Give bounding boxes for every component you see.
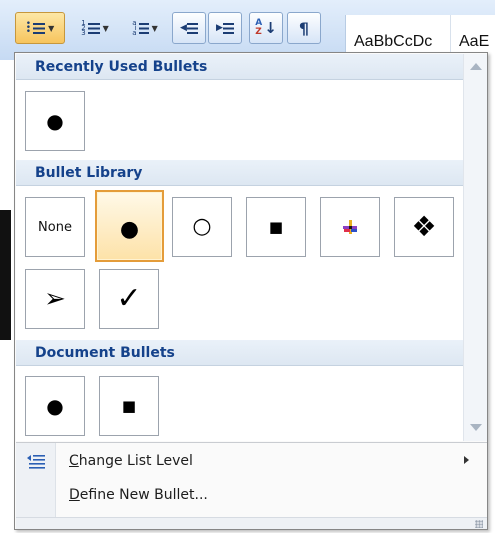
increase-indent-icon: ▶ <box>216 22 234 34</box>
accelerator-key: C <box>69 453 79 469</box>
change-list-level-rest: hange List Level <box>78 453 193 469</box>
numbered-list-icon: 123 <box>81 19 100 36</box>
bullet-option-hollow-circle[interactable]: ○ <box>172 197 232 257</box>
pilcrow-icon: ¶ <box>298 18 310 38</box>
sort-button[interactable]: A Z ↓ <box>249 12 283 44</box>
scroll-down-icon[interactable] <box>470 424 482 431</box>
gallery-scrollbar[interactable] <box>463 54 487 441</box>
filled-circle-bullet-icon: ● <box>119 217 140 242</box>
bullets-dropdown-menu: Recently Used Bullets ● Bullet Library N… <box>14 52 488 530</box>
multilevel-list-icon: a ia <box>132 19 149 36</box>
section-header-recently-used: Recently Used Bullets <box>16 54 463 80</box>
bullet-option-checkmark[interactable]: ✓ <box>99 269 159 329</box>
filled-circle-bullet-icon: ● <box>46 394 64 418</box>
bullet-option-filled-circle[interactable]: ● <box>95 190 164 262</box>
bullet-option-doc-filled-circle[interactable]: ● <box>25 376 85 436</box>
define-new-bullet-rest: efine New Bullet... <box>79 487 208 503</box>
bullet-gallery: Recently Used Bullets ● Bullet Library N… <box>16 54 463 441</box>
define-new-bullet-item[interactable]: Define New Bullet... <box>16 480 487 510</box>
bullet-option-four-color-diamond[interactable] <box>320 197 380 257</box>
define-new-bullet-label: Define New Bullet... <box>69 487 208 503</box>
none-label: None <box>38 219 72 235</box>
chevron-down-icon: ▼ <box>48 23 55 33</box>
hollow-circle-bullet-icon: ○ <box>192 214 212 239</box>
bullet-option-doc-filled-square[interactable]: ■ <box>99 376 159 436</box>
decrease-indent-icon: ◀ <box>180 22 198 34</box>
sort-az-icon: A Z ↓ <box>255 18 277 37</box>
bullets-button[interactable]: • • • ▼ <box>15 12 65 44</box>
checkmark-bullet-icon: ✓ <box>116 281 142 316</box>
bullet-option-diamond-cluster[interactable]: ❖ <box>394 197 454 257</box>
change-list-level-label: Change List Level <box>69 453 193 469</box>
show-formatting-button[interactable]: ¶ <box>287 12 321 44</box>
diamond-cluster-bullet-icon: ❖ <box>411 210 437 243</box>
filled-circle-bullet-icon: ● <box>46 109 64 133</box>
accelerator-key: D <box>69 487 80 503</box>
section-header-bullet-library: Bullet Library <box>16 160 463 186</box>
bulleted-list-icon: • • • <box>26 20 46 37</box>
numbering-button[interactable]: 123 ▼ <box>70 12 120 44</box>
section-header-document-bullets: Document Bullets <box>16 340 463 366</box>
scroll-up-icon[interactable] <box>470 63 482 70</box>
bullet-option-none[interactable]: None <box>25 197 85 257</box>
decrease-indent-button[interactable]: ◀ <box>172 12 206 44</box>
arrowhead-bullet-icon: ➢ <box>44 284 66 314</box>
resize-grip-icon <box>475 520 483 528</box>
resize-grip[interactable] <box>16 517 487 529</box>
menu-commands: Change List Level Define New Bullet... <box>16 442 487 517</box>
bullet-option-recent-filled-circle[interactable]: ● <box>25 91 85 151</box>
ribbon-paragraph-group: • • • ▼ 123 ▼ a ia ▼ ◀ ▶ A Z ↓ ¶ AaBbCcDc Aa… <box>0 0 495 60</box>
bullet-option-arrowhead[interactable]: ➢ <box>25 269 85 329</box>
filled-square-bullet-icon: ■ <box>268 217 284 236</box>
document-edge <box>0 210 11 340</box>
change-list-level-icon <box>27 455 45 469</box>
four-color-diamond-bullet-icon <box>343 220 357 234</box>
bullet-option-filled-square[interactable]: ■ <box>246 197 306 257</box>
chevron-down-icon: ▼ <box>102 23 109 33</box>
increase-indent-button[interactable]: ▶ <box>208 12 242 44</box>
multilevel-list-button[interactable]: a ia ▼ <box>123 12 167 44</box>
chevron-down-icon: ▼ <box>151 23 158 33</box>
submenu-arrow-icon <box>464 456 469 464</box>
change-list-level-item[interactable]: Change List Level <box>16 446 487 476</box>
filled-square-bullet-icon: ■ <box>121 396 137 415</box>
